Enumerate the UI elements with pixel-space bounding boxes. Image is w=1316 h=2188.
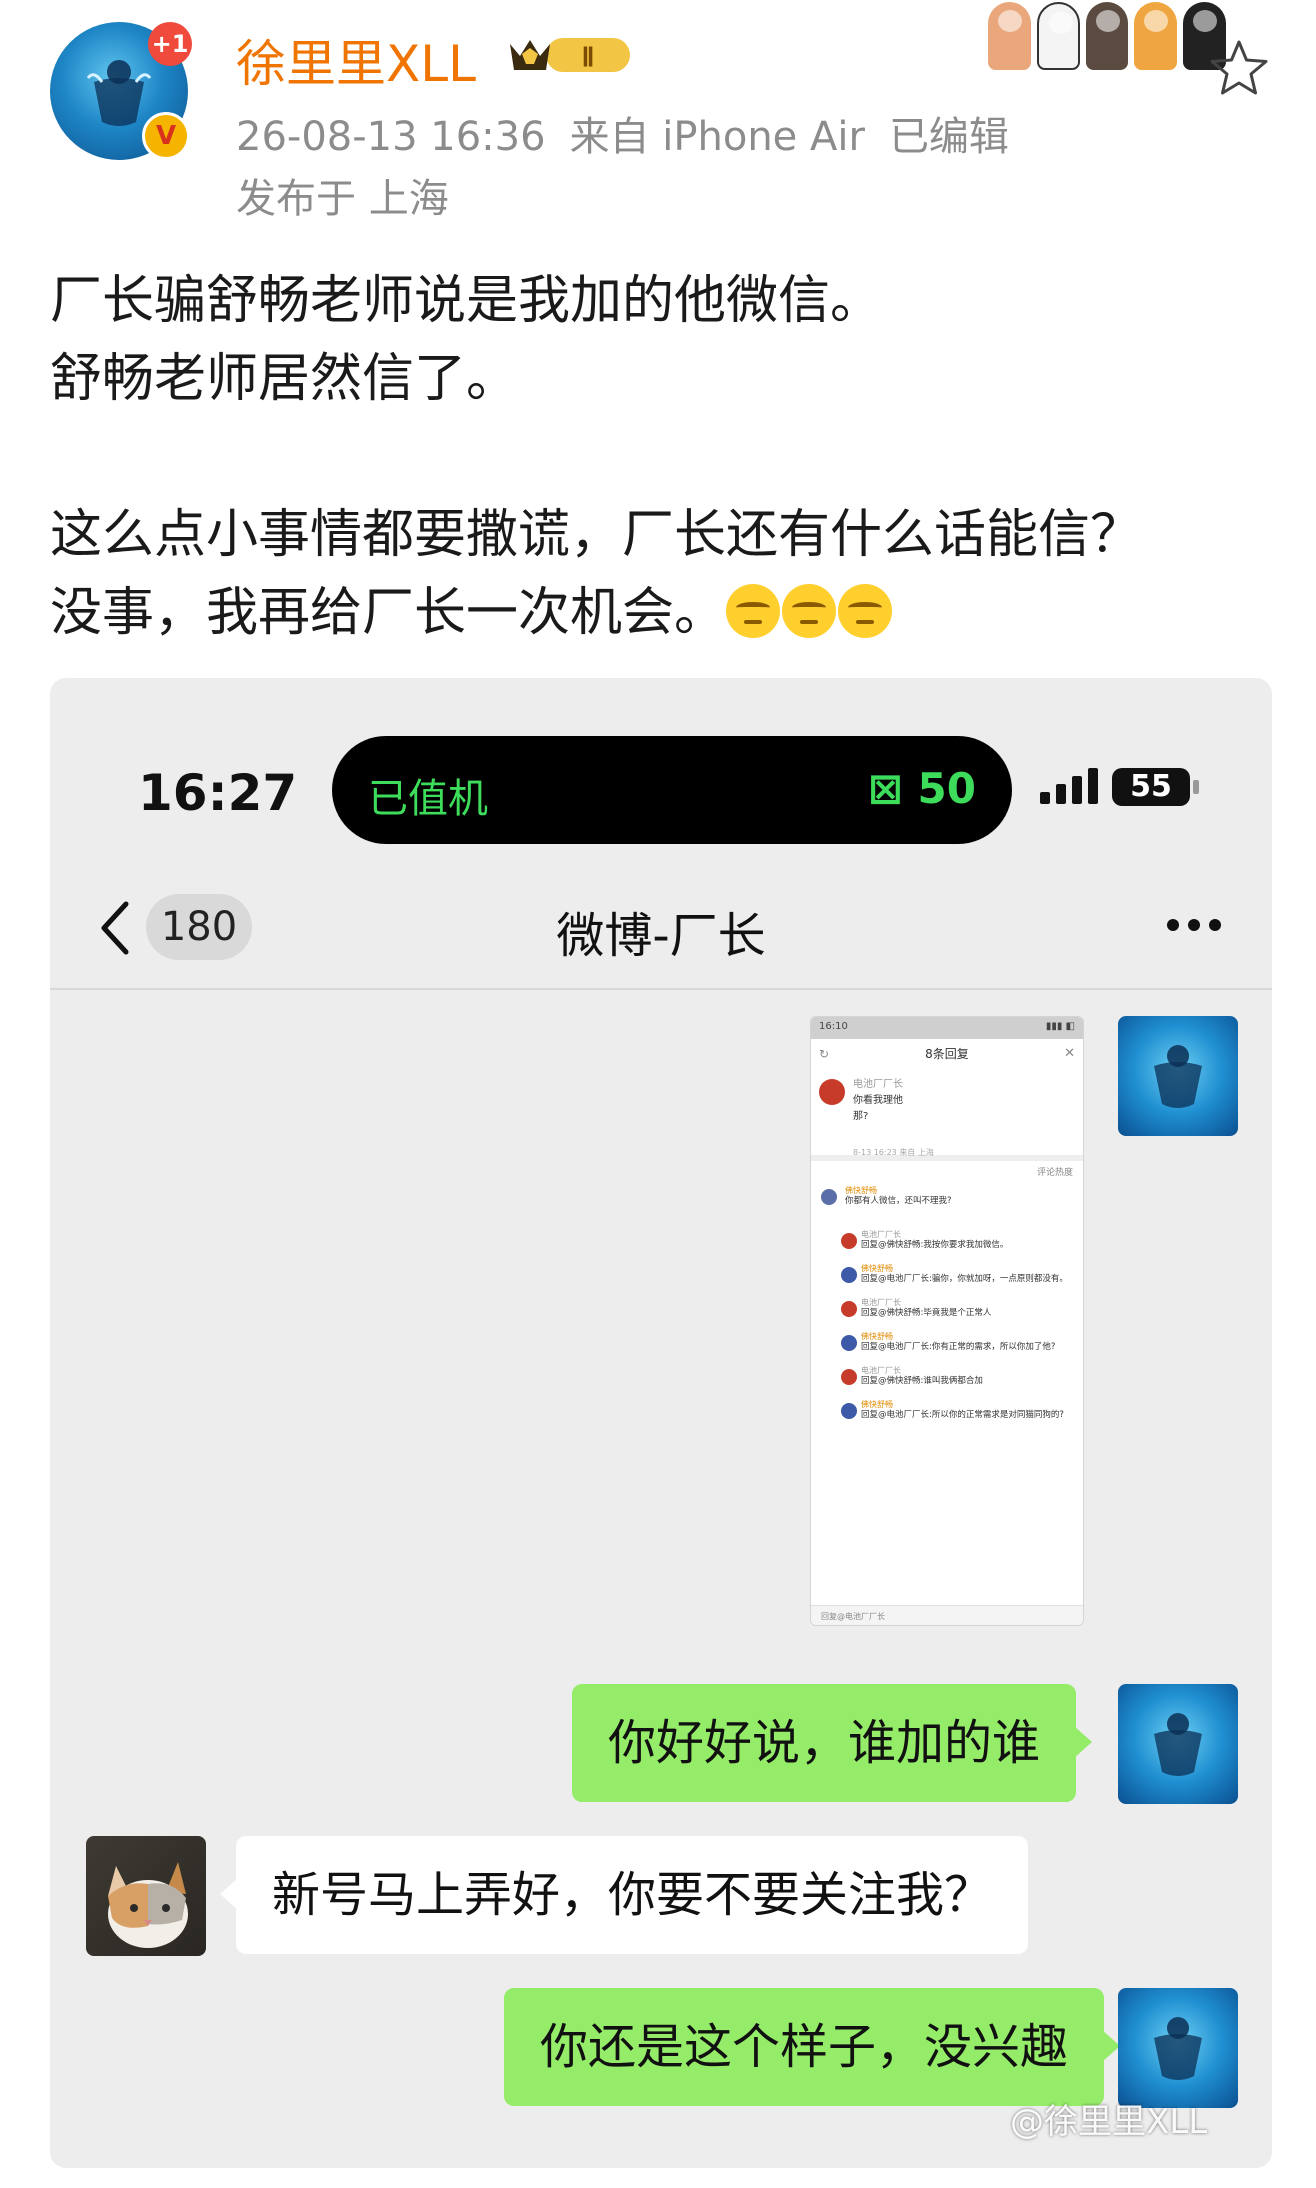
- refresh-icon: ↻: [819, 1047, 830, 1061]
- post-body: 厂长骗舒畅老师说是我加的他微信。 舒畅老师居然信了。 这么点小事情都要撒谎，厂长…: [50, 262, 1280, 652]
- commenter-avatar: [819, 1079, 845, 1105]
- verified-badge-icon: V: [142, 112, 190, 160]
- signal-icon: [1040, 768, 1098, 804]
- post-timestamp: 26-08-13 16:36: [236, 114, 546, 160]
- chat-title: 微博-厂长: [556, 908, 766, 964]
- paw-icon: [988, 2, 1031, 70]
- nested-reply-bar: 回复@电池厂厂长: [811, 1605, 1083, 1625]
- post-line: [50, 418, 1280, 496]
- nested-comment: 电池厂厂长 回复@佛快舒畅:谁叫我俩都合加: [817, 1365, 1077, 1399]
- close-icon: ✕: [1064, 1046, 1075, 1061]
- chat-screenshot-image[interactable]: 16:27 已值机 ⊠ 50 55 180 微博-厂长 16:10 ▮▮▮ ◧ ↻…: [50, 678, 1272, 2168]
- think-face-icon: [726, 584, 781, 638]
- nav-divider: [50, 988, 1272, 990]
- dynamic-island: 已值机 ⊠ 50: [332, 736, 1012, 844]
- post-line: 厂长骗舒畅老师说是我加的他微信。: [50, 271, 883, 331]
- notification-badge: +1: [148, 22, 192, 66]
- my-avatar[interactable]: [1118, 1988, 1238, 2108]
- nested-comment: 电池厂厂长 回复@佛快舒畅:我按你要求我加微信。: [817, 1229, 1077, 1263]
- nested-comment: 佛快舒畅 回复@电池厂厂长:你有正常的需求，所以你加了他?: [817, 1331, 1077, 1365]
- level-badge-text: Ⅱ: [582, 43, 595, 72]
- post-source[interactable]: 来自 iPhone Air: [570, 114, 865, 160]
- my-avatar[interactable]: [1118, 1016, 1238, 1136]
- watermark: @徐里里XLL: [1010, 2102, 1208, 2142]
- battery-icon: 55: [1112, 768, 1190, 806]
- author-name[interactable]: 徐里里XLL: [236, 24, 476, 96]
- nested-status-bar: 16:10 ▮▮▮ ◧: [811, 1017, 1083, 1039]
- message-bubble-sent[interactable]: 你好好说，谁加的谁: [572, 1684, 1093, 1802]
- more-options-icon[interactable]: [1166, 918, 1222, 932]
- post-line: 舒畅老师居然信了。: [50, 349, 519, 409]
- post-line: 没事，我再给厂长一次机会。: [50, 583, 727, 643]
- cat-face-icon: [108, 1862, 188, 1948]
- post-meta: 26-08-13 16:36 来自 iPhone Air 已编辑: [236, 104, 1033, 162]
- nested-comment-list: 佛快舒畅 你都有人微信，还叫不理我? 电池厂厂长 回复@佛快舒畅:我按你要求我加微信…: [811, 1183, 1083, 1613]
- nested-top-comment: 电池厂厂长 你看我理他 那? 8-13 16:23 来自 上海: [811, 1069, 1083, 1161]
- nested-comment: 佛快舒畅 回复@电池厂厂长:所以你的正常需求是对同猫同狗的?: [817, 1399, 1077, 1433]
- battery-tip: [1193, 780, 1199, 794]
- think-face-icon: [838, 584, 893, 638]
- paw-icon: [1134, 2, 1178, 70]
- island-left-text: 已值机: [368, 776, 488, 822]
- message-bubble-sent[interactable]: 你还是这个样子，没兴趣: [504, 1988, 1121, 2106]
- swimmer-figure: [86, 60, 152, 126]
- edited-label[interactable]: 已编辑: [889, 114, 1009, 160]
- nested-sort: 评论热度: [811, 1161, 1083, 1183]
- contact-avatar[interactable]: [86, 1836, 206, 1956]
- nested-header: ↻ 8条回复 ✕: [811, 1039, 1083, 1069]
- island-right-text: ⊠ 50: [867, 764, 976, 813]
- message-bubble-received[interactable]: 新号马上弄好，你要不要关注我？: [219, 1836, 1029, 1954]
- paw-icon: [1085, 2, 1129, 70]
- favorite-star-icon[interactable]: [1206, 36, 1272, 102]
- image-message[interactable]: 16:10 ▮▮▮ ◧ ↻ 8条回复 ✕ 电池厂厂长 你看我理他 那? 8-13 …: [810, 1016, 1084, 1626]
- post-line: 这么点小事情都要撒谎，厂长还有什么话能信？: [50, 505, 1143, 565]
- nested-comment: 佛快舒畅 回复@电池厂厂长:骗你，你就加呀，一点原则都没有。: [817, 1263, 1077, 1297]
- status-time: 16:27: [138, 764, 298, 822]
- decorative-paws: [988, 2, 1227, 72]
- post-last-line: 没事，我再给厂长一次机会。: [50, 574, 1280, 652]
- think-face-icon: [782, 584, 837, 638]
- nested-comment: 电池厂厂长 回复@佛快舒畅:毕竟我是个正常人: [817, 1297, 1077, 1331]
- nested-comment: 佛快舒畅 你都有人微信，还叫不理我?: [817, 1185, 1077, 1229]
- post-location: 发布于 上海: [236, 176, 449, 222]
- my-avatar[interactable]: [1118, 1684, 1238, 1804]
- member-crown-icon: Ⅱ: [510, 38, 630, 72]
- paw-icon: [1036, 2, 1080, 70]
